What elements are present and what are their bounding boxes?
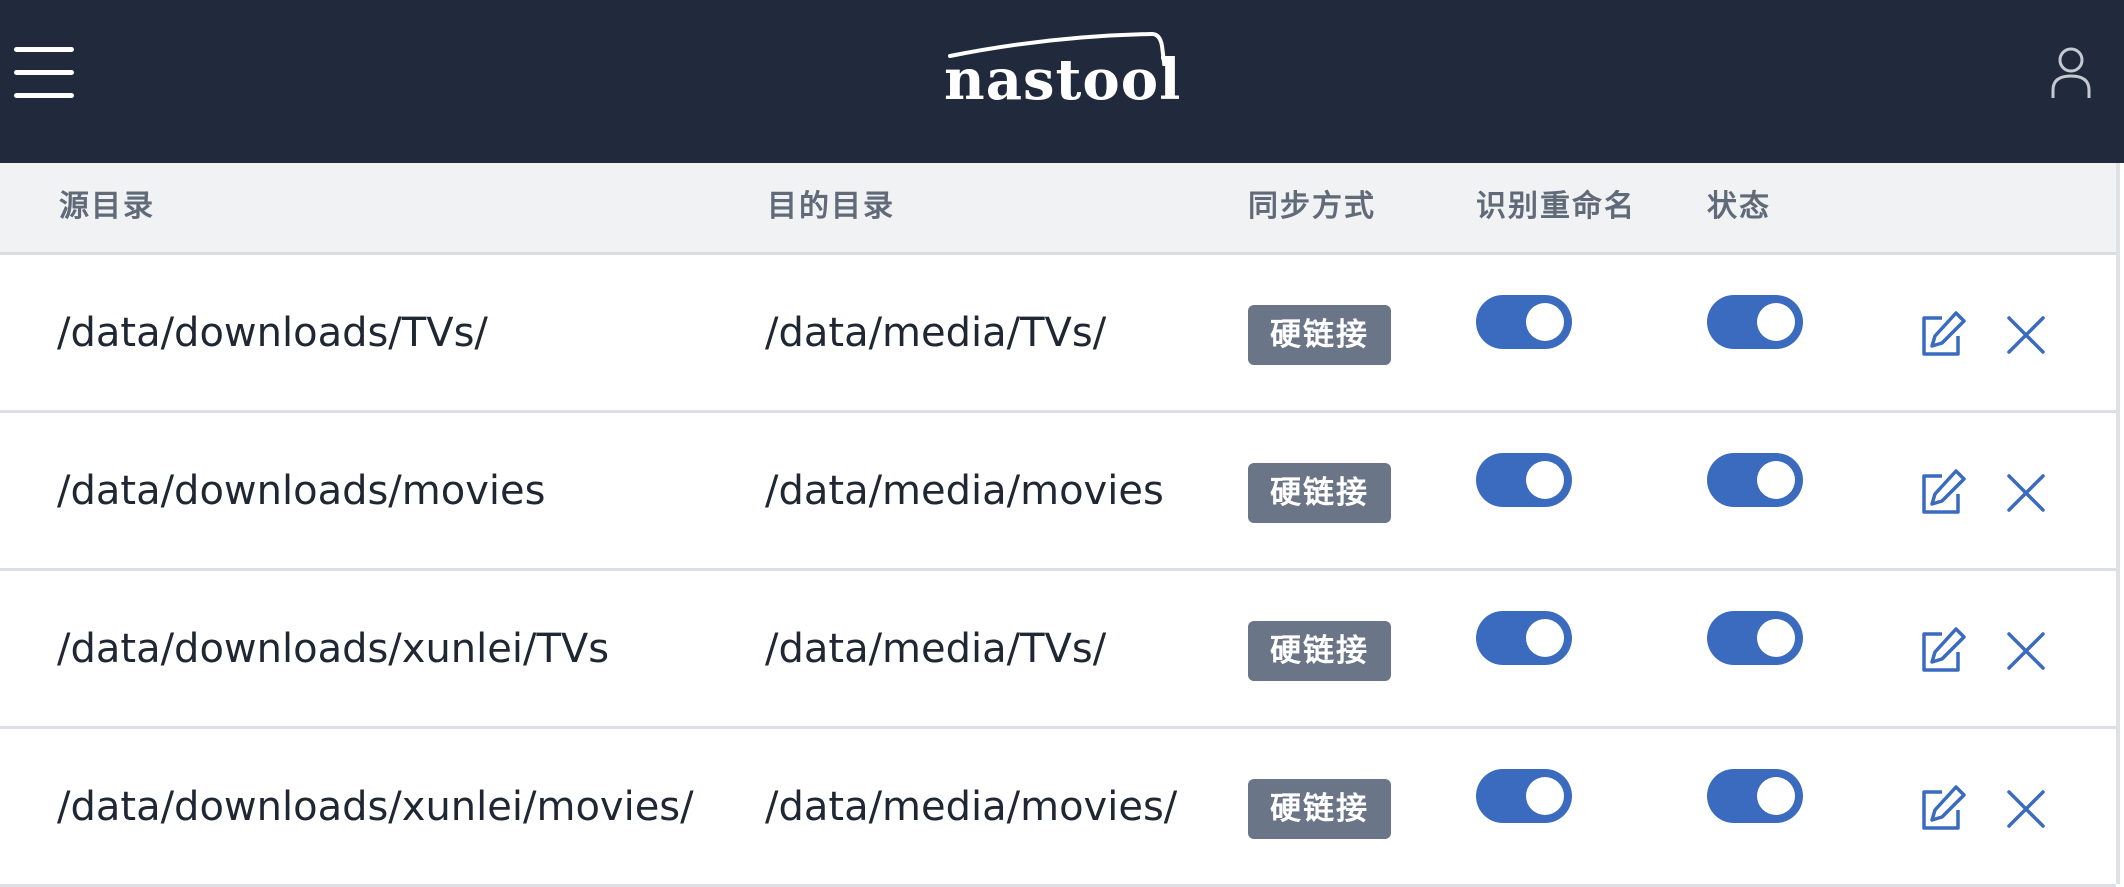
status-toggle[interactable]: [1707, 453, 1803, 507]
source-path: /data/downloads/xunlei/TVs: [57, 626, 610, 672]
table-header: 源目录 目的目录 同步方式 识别重命名 状态: [0, 163, 2116, 255]
toggle-knob: [1757, 619, 1795, 657]
table-row: /data/downloads/xunlei/TVs /data/media/T…: [0, 571, 2116, 729]
target-path: /data/media/movies: [765, 468, 1164, 514]
toggle-knob: [1526, 619, 1564, 657]
toggle-knob: [1757, 303, 1795, 341]
column-header-target: 目的目录: [767, 189, 895, 224]
close-icon[interactable]: [2000, 783, 2052, 835]
close-icon[interactable]: [2000, 625, 2052, 677]
edit-icon[interactable]: [1916, 309, 1968, 361]
toggle-knob: [1526, 777, 1564, 815]
column-header-sync-mode: 同步方式: [1248, 189, 1376, 224]
rename-toggle[interactable]: [1476, 769, 1572, 823]
user-icon[interactable]: [2050, 46, 2092, 100]
hamburger-menu-icon[interactable]: [14, 47, 74, 99]
column-header-rename: 识别重命名: [1476, 189, 1636, 224]
top-navbar: nastool: [0, 0, 2124, 163]
sync-mode-badge: 硬链接: [1248, 779, 1391, 839]
table-row: /data/downloads/xunlei/movies/ /data/med…: [0, 729, 2116, 887]
logo-text: nastool: [944, 47, 1182, 113]
target-path: /data/media/TVs/: [765, 310, 1107, 356]
table-row: /data/downloads/movies /data/media/movie…: [0, 413, 2116, 571]
target-path: /data/media/TVs/: [765, 626, 1107, 672]
directory-sync-table: 源目录 目的目录 同步方式 识别重命名 状态 /data/downloads/T…: [0, 163, 2120, 887]
rename-toggle[interactable]: [1476, 295, 1572, 349]
close-icon[interactable]: [2000, 309, 2052, 361]
target-path: /data/media/movies/: [765, 784, 1178, 830]
sync-mode-badge: 硬链接: [1248, 305, 1391, 365]
column-header-source: 源目录: [59, 189, 155, 224]
source-path: /data/downloads/movies: [57, 468, 546, 514]
table-row: /data/downloads/TVs/ /data/media/TVs/ 硬链…: [0, 255, 2116, 413]
edit-icon[interactable]: [1916, 625, 1968, 677]
source-path: /data/downloads/TVs/: [57, 310, 488, 356]
toggle-knob: [1526, 303, 1564, 341]
status-toggle[interactable]: [1707, 769, 1803, 823]
status-toggle[interactable]: [1707, 295, 1803, 349]
toggle-knob: [1757, 461, 1795, 499]
toggle-knob: [1757, 777, 1795, 815]
sync-mode-badge: 硬链接: [1248, 463, 1391, 523]
close-icon[interactable]: [2000, 467, 2052, 519]
toggle-knob: [1526, 461, 1564, 499]
source-path: /data/downloads/xunlei/movies/: [57, 784, 694, 830]
app-logo[interactable]: nastool: [940, 26, 1180, 116]
rename-toggle[interactable]: [1476, 611, 1572, 665]
rename-toggle[interactable]: [1476, 453, 1572, 507]
sync-mode-badge: 硬链接: [1248, 621, 1391, 681]
column-header-status: 状态: [1707, 189, 1771, 224]
edit-icon[interactable]: [1916, 467, 1968, 519]
status-toggle[interactable]: [1707, 611, 1803, 665]
edit-icon[interactable]: [1916, 783, 1968, 835]
